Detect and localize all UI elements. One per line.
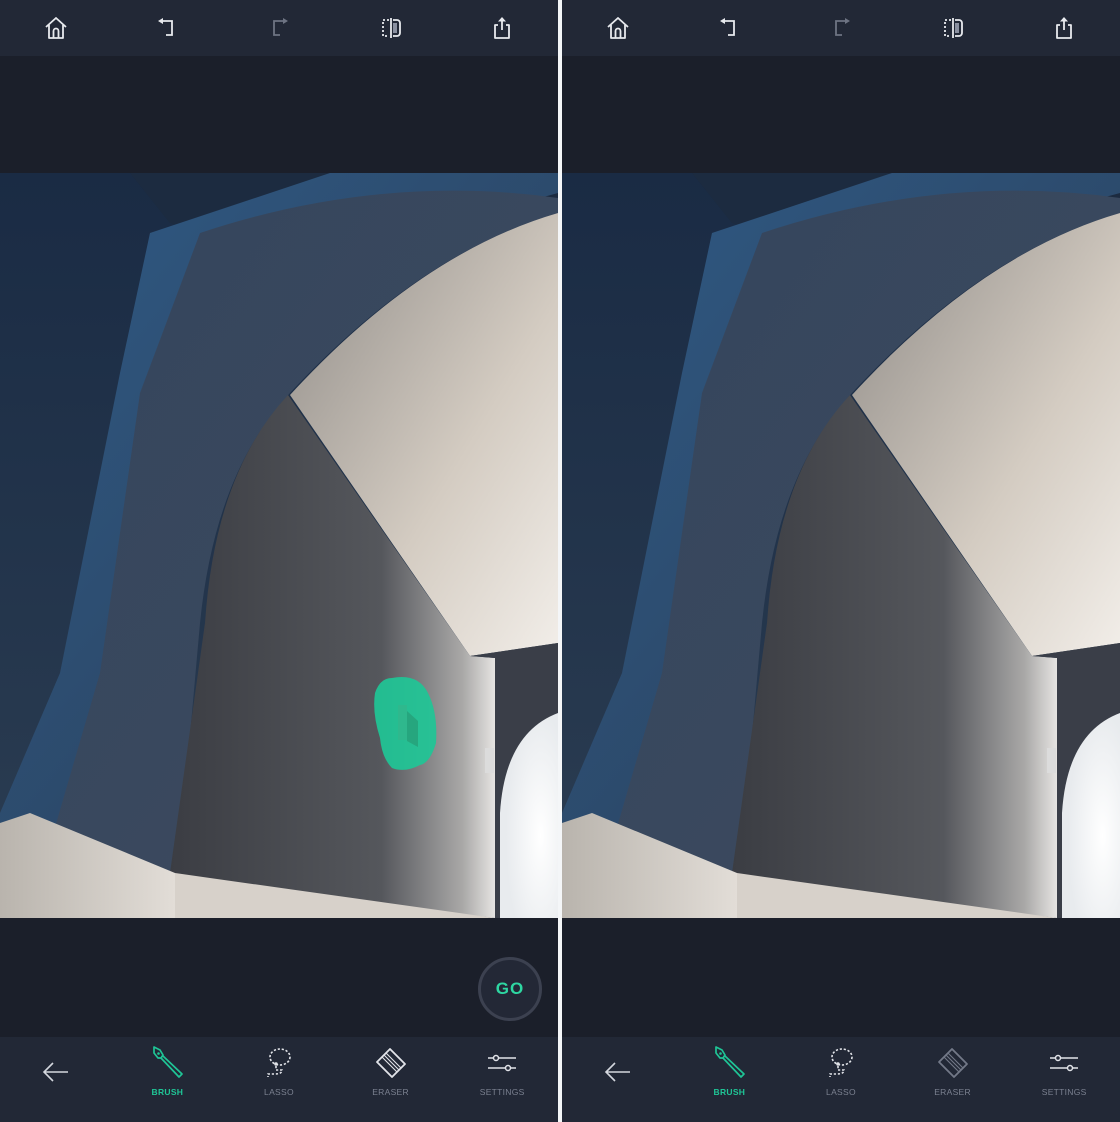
tool-bar: BRUSH LASSO ERASER SETTINGS xyxy=(562,1037,1120,1122)
share-button[interactable] xyxy=(482,8,522,48)
tool-label: ERASER xyxy=(934,1087,971,1097)
tool-label: SETTINGS xyxy=(479,1087,525,1097)
share-button[interactable] xyxy=(1044,8,1084,48)
top-toolbar xyxy=(0,0,558,56)
undo-button[interactable] xyxy=(147,8,187,48)
top-toolbar xyxy=(562,0,1120,56)
undo-icon xyxy=(715,14,743,42)
compare-button[interactable] xyxy=(371,8,411,48)
brush-icon xyxy=(711,1045,747,1081)
photo-image xyxy=(562,173,1120,918)
compare-icon xyxy=(939,14,967,42)
lasso-icon xyxy=(261,1045,297,1081)
home-icon xyxy=(604,14,632,42)
compare-icon xyxy=(377,14,405,42)
photo-canvas[interactable] xyxy=(0,173,558,918)
tool-brush[interactable]: BRUSH xyxy=(684,1045,774,1097)
tool-lasso[interactable]: LASSO xyxy=(234,1045,324,1097)
tool-label: LASSO xyxy=(264,1087,294,1097)
brush-icon xyxy=(149,1045,185,1081)
tool-label: ERASER xyxy=(372,1087,409,1097)
go-button[interactable]: GO xyxy=(478,957,542,1021)
tool-bar: BRUSH LASSO ERASER SETTINGS xyxy=(0,1037,558,1122)
eraser-icon xyxy=(373,1045,409,1081)
share-icon xyxy=(1050,14,1078,42)
tool-label: BRUSH xyxy=(151,1087,184,1097)
tool-brush[interactable]: BRUSH xyxy=(122,1045,212,1097)
redo-icon xyxy=(827,14,855,42)
redo-button[interactable] xyxy=(259,8,299,48)
undo-icon xyxy=(153,14,181,42)
back-button[interactable] xyxy=(11,1045,101,1090)
compare-button[interactable] xyxy=(933,8,973,48)
lasso-icon xyxy=(823,1045,859,1081)
redo-button[interactable] xyxy=(821,8,861,48)
undo-button[interactable] xyxy=(709,8,749,48)
tool-label: LASSO xyxy=(826,1087,856,1097)
tool-eraser[interactable]: ERASER xyxy=(908,1045,998,1097)
sliders-icon xyxy=(1046,1045,1082,1081)
arrow-left-icon xyxy=(38,1054,74,1090)
go-label: GO xyxy=(495,979,525,998)
home-button[interactable] xyxy=(36,8,76,48)
arrow-left-icon xyxy=(600,1054,636,1090)
tool-lasso[interactable]: LASSO xyxy=(796,1045,886,1097)
photo-canvas[interactable] xyxy=(562,173,1120,918)
sliders-icon xyxy=(484,1045,520,1081)
redo-icon xyxy=(265,14,293,42)
before-panel: GO BRUSH LASSO ERASER SETTINGS xyxy=(0,0,558,1122)
tool-eraser[interactable]: ERASER xyxy=(346,1045,436,1097)
home-button[interactable] xyxy=(598,8,638,48)
home-icon xyxy=(42,14,70,42)
share-icon xyxy=(488,14,516,42)
back-button[interactable] xyxy=(573,1045,663,1090)
tool-settings[interactable]: SETTINGS xyxy=(457,1045,547,1097)
after-panel: BRUSH LASSO ERASER SETTINGS xyxy=(562,0,1120,1122)
eraser-icon xyxy=(935,1045,971,1081)
tool-label: SETTINGS xyxy=(1041,1087,1087,1097)
tool-settings[interactable]: SETTINGS xyxy=(1019,1045,1109,1097)
selection-mask xyxy=(374,677,437,770)
tool-label: BRUSH xyxy=(713,1087,746,1097)
